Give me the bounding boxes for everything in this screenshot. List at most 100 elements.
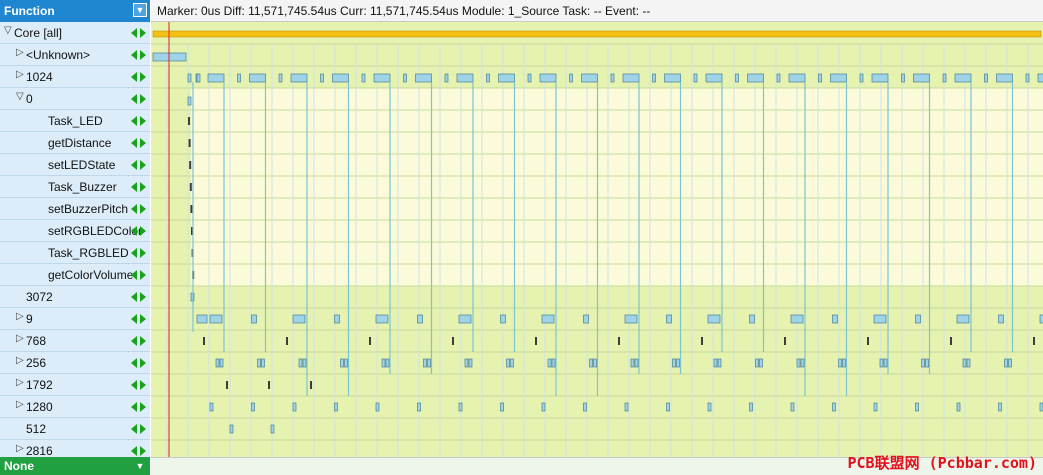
navigate-arrows-icon[interactable] — [131, 423, 147, 435]
tree-row[interactable]: ▷ 1792 — [0, 374, 150, 396]
task-block — [800, 358, 805, 368]
function-column-header[interactable]: Function ▼ — [0, 0, 150, 22]
tree-row[interactable]: Task_Buzzer — [0, 176, 150, 198]
tree-row[interactable]: ▷ 1024 — [0, 66, 150, 88]
navigate-arrows-icon[interactable] — [131, 335, 147, 347]
task-block — [215, 358, 220, 368]
tree-row-label: 1792 — [26, 378, 53, 392]
navigate-arrows-icon[interactable] — [131, 313, 147, 325]
task-block — [361, 73, 366, 83]
filter-label: None — [4, 459, 34, 473]
tree-row-label: getDistance — [48, 136, 112, 150]
tree-row[interactable]: ▷ 256 — [0, 352, 150, 374]
selection-highlight — [191, 88, 1043, 286]
tree-row[interactable]: ▽ 0 — [0, 88, 150, 110]
task-block — [298, 358, 303, 368]
chevron-down-icon[interactable]: ▼ — [133, 3, 147, 17]
tree-row-label: getColorVolume — [48, 268, 134, 282]
task-block — [693, 73, 698, 83]
navigate-arrows-icon[interactable] — [131, 181, 147, 193]
tree-row[interactable]: ▷ <Unknown> — [0, 44, 150, 66]
tree-row[interactable]: setBuzzerPitch — [0, 198, 150, 220]
collapse-icon[interactable]: ▽ — [4, 25, 12, 36]
timeline-chart[interactable] — [151, 22, 1043, 457]
tree-row[interactable]: ▷ 1280 — [0, 396, 150, 418]
tree-row-label: 9 — [26, 312, 33, 326]
task-block — [901, 73, 905, 83]
tree-row[interactable]: getColorVolume — [0, 264, 150, 286]
expand-icon[interactable]: ▷ — [16, 377, 24, 388]
tree-row[interactable]: setLEDState — [0, 154, 150, 176]
task-block — [634, 358, 639, 368]
task-block — [652, 73, 656, 83]
task-block — [292, 402, 297, 412]
expand-icon[interactable]: ▷ — [16, 443, 24, 454]
task-block — [456, 73, 474, 83]
tree-row[interactable]: ▷ 9 — [0, 308, 150, 330]
expand-icon[interactable]: ▷ — [16, 311, 24, 322]
task-block — [1037, 73, 1043, 83]
navigate-arrows-icon[interactable] — [131, 49, 147, 61]
navigate-arrows-icon[interactable] — [131, 291, 147, 303]
filter-dropdown[interactable]: None ▼ — [0, 457, 150, 475]
tree-row-label: setRGBLEDColor — [48, 224, 143, 238]
task-block — [1025, 73, 1030, 83]
task-block — [873, 402, 878, 412]
collapse-icon[interactable]: ▽ — [16, 91, 24, 102]
function-mark — [286, 337, 288, 345]
task-block — [664, 73, 681, 83]
task-block — [207, 73, 225, 83]
task-block — [381, 358, 386, 368]
expand-icon[interactable]: ▷ — [16, 69, 24, 80]
tree-row[interactable]: ▽ Core [all] — [0, 22, 150, 44]
tree-row-label: setBuzzerPitch — [48, 202, 129, 216]
task-block — [415, 73, 432, 83]
task-block — [270, 424, 275, 434]
task-block — [790, 402, 795, 412]
task-block — [838, 358, 842, 368]
navigate-arrows-icon[interactable] — [131, 247, 147, 259]
task-block — [842, 358, 846, 368]
navigate-arrows-icon[interactable] — [131, 159, 147, 171]
expand-icon[interactable]: ▷ — [16, 47, 24, 58]
navigate-arrows-icon[interactable] — [131, 27, 147, 39]
task-block — [713, 358, 718, 368]
tree-row[interactable]: 3072 — [0, 286, 150, 308]
task-block — [261, 358, 265, 368]
navigate-arrows-icon[interactable] — [131, 445, 147, 457]
tree-row[interactable]: setRGBLEDColor — [0, 220, 150, 242]
expand-icon[interactable]: ▷ — [16, 399, 24, 410]
task-block — [1004, 358, 1008, 368]
chevron-down-icon[interactable]: ▼ — [133, 459, 147, 473]
navigate-arrows-icon[interactable] — [131, 203, 147, 215]
task-block — [417, 402, 421, 412]
task-block — [676, 358, 680, 368]
task-block — [759, 358, 763, 368]
navigate-arrows-icon[interactable] — [131, 269, 147, 281]
expand-icon[interactable]: ▷ — [16, 333, 24, 344]
navigate-arrows-icon[interactable] — [131, 115, 147, 127]
navigate-arrows-icon[interactable] — [131, 93, 147, 105]
navigate-arrows-icon[interactable] — [131, 357, 147, 369]
task-block — [583, 314, 589, 324]
task-block — [921, 358, 925, 368]
navigate-arrows-icon[interactable] — [131, 71, 147, 83]
task-block — [334, 314, 340, 324]
function-mark — [535, 337, 537, 345]
tree-row[interactable]: getDistance — [0, 132, 150, 154]
task-block — [290, 73, 308, 83]
tree-row[interactable]: Task_RGBLED — [0, 242, 150, 264]
expand-icon[interactable]: ▷ — [16, 355, 24, 366]
task-block — [458, 314, 472, 324]
tree-row[interactable]: Task_LED — [0, 110, 150, 132]
navigate-arrows-icon[interactable] — [131, 225, 147, 237]
task-block — [302, 358, 307, 368]
navigate-arrows-icon[interactable] — [131, 401, 147, 413]
navigate-arrows-icon[interactable] — [131, 379, 147, 391]
navigate-arrows-icon[interactable] — [131, 137, 147, 149]
tree-row[interactable]: 512 — [0, 418, 150, 440]
task-block — [320, 73, 324, 83]
task-block — [551, 358, 556, 368]
task-block — [717, 358, 722, 368]
tree-row[interactable]: ▷ 768 — [0, 330, 150, 352]
